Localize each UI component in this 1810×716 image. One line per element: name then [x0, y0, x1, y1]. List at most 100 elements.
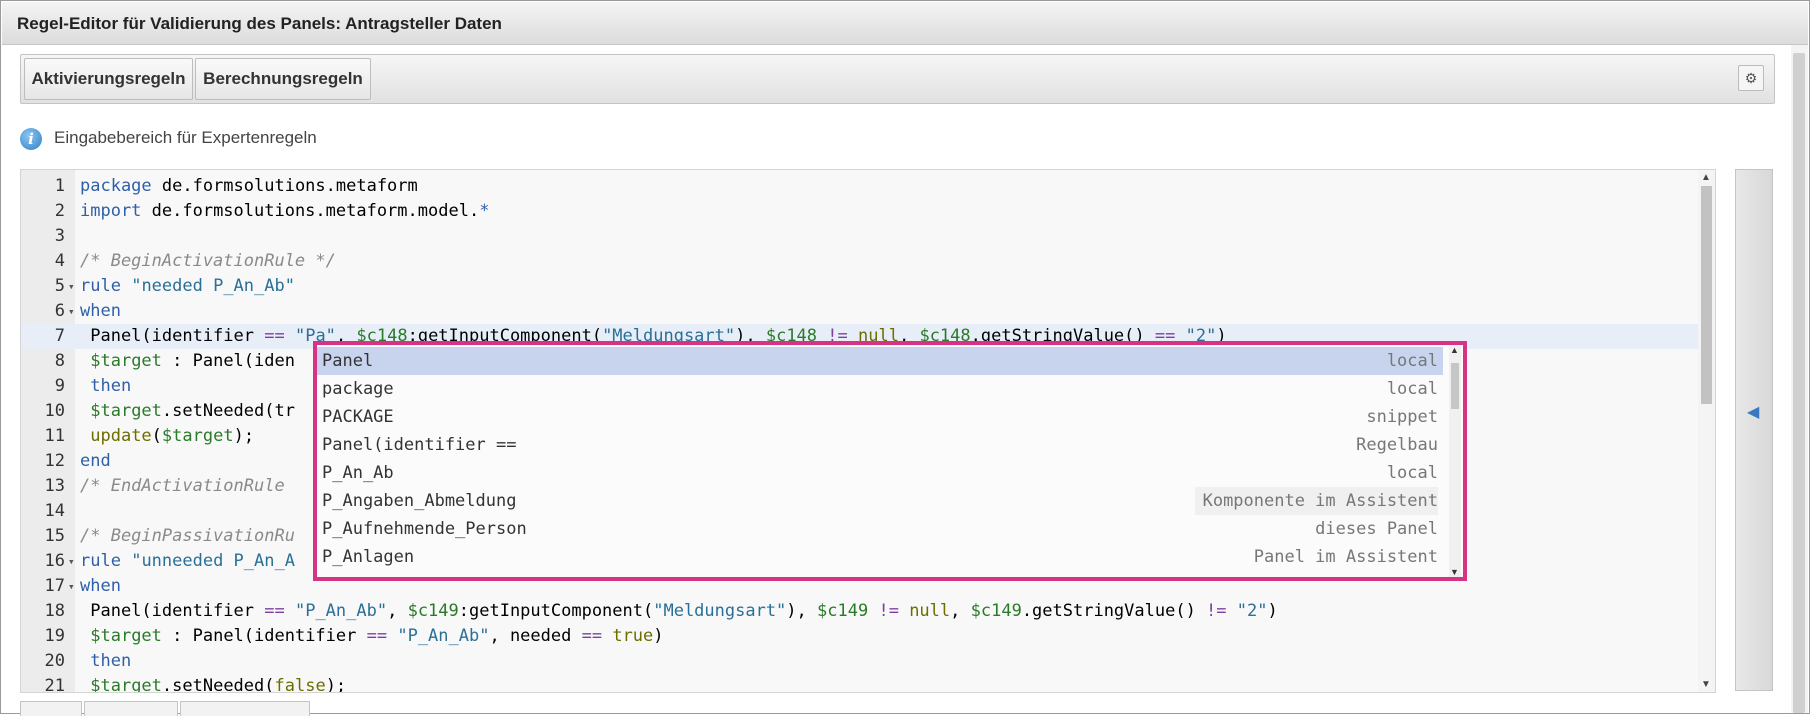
autocomplete-item-label: Panel(identifier ==: [322, 435, 517, 455]
code-text: Panel(identifier == "P_An_Ab", $c149:get…: [80, 601, 1278, 621]
code-line[interactable]: 18 Panel(identifier == "P_An_Ab", $c149:…: [21, 599, 1715, 624]
line-number: 11: [44, 426, 65, 446]
autocomplete-item[interactable]: P_Aufnehmende_Person dieses Panel: [317, 515, 1443, 543]
line-number: 5: [54, 276, 65, 296]
code-text: /* BeginActivationRule */: [80, 251, 336, 271]
scroll-up-icon[interactable]: ▲: [1450, 345, 1459, 355]
line-number: 15: [44, 526, 65, 546]
code-line[interactable]: 6 ▾ when: [21, 299, 1715, 324]
window-scroll-thumb[interactable]: [1793, 53, 1805, 713]
autocomplete-item[interactable]: package local: [317, 375, 1443, 403]
autocomplete-scrollbar[interactable]: ▲ ▼: [1449, 345, 1461, 577]
side-panel-toggle[interactable]: ◀: [1735, 169, 1773, 691]
fold-chevron-icon[interactable]: ▾: [68, 549, 75, 574]
autocomplete-item-meta: Panel im Assistent: [1253, 547, 1438, 567]
line-number: 6: [54, 301, 65, 321]
gear-icon: ⚙: [1744, 70, 1758, 86]
autocomplete-item-label: P_Anlagen: [322, 547, 415, 567]
line-number: 4: [54, 251, 65, 271]
code-text: $target : Panel(identifier == "P_An_Ab",…: [90, 626, 664, 646]
code-text: end: [80, 451, 111, 471]
code-text: import de.formsolutions.metaform.model.*: [80, 201, 490, 221]
settings-button[interactable]: ⚙: [1738, 65, 1764, 91]
tab-bar: Aktivierungsregeln Berechnungsregeln ⚙: [20, 54, 1775, 104]
tab-aktivierungsregeln[interactable]: Aktivierungsregeln: [24, 58, 193, 100]
line-number: 18: [44, 601, 65, 621]
autocomplete-item[interactable]: Panel local: [317, 347, 1443, 375]
autocomplete-item-meta: dieses Panel: [1315, 519, 1438, 539]
line-number: 8: [54, 351, 65, 371]
autocomplete-item-meta: local: [1386, 351, 1438, 371]
code-text: when: [80, 301, 121, 321]
line-number: 9: [54, 376, 65, 396]
code-text: $target : Panel(iden: [90, 351, 295, 371]
code-text: /* EndActivationRule: [80, 476, 285, 496]
code-text: package de.formsolutions.metaform: [80, 176, 418, 196]
scroll-up-icon[interactable]: ▲: [1701, 172, 1711, 183]
window-title: Regel-Editor für Validierung des Panels:…: [17, 14, 502, 33]
code-text: then: [90, 651, 132, 671]
autocomplete-item-meta: local: [1386, 379, 1438, 399]
scroll-down-icon[interactable]: ▼: [1701, 679, 1711, 690]
line-number: 12: [44, 451, 65, 471]
window-scrollbar[interactable]: [1791, 45, 1808, 713]
code-text: then: [90, 376, 132, 396]
editor-scrollbar[interactable]: ▲ ▼: [1698, 170, 1715, 692]
line-number: 3: [54, 226, 65, 246]
line-number: 19: [44, 626, 65, 646]
autocomplete-item-meta: Komponente im Assistent: [1194, 487, 1438, 515]
code-text: rule "unneeded P_An_A: [80, 551, 295, 571]
code-text: update($target);: [90, 426, 255, 446]
triangle-left-icon[interactable]: ◀: [1747, 402, 1759, 422]
autocomplete-item-label: P_An_Ab: [322, 463, 394, 483]
autocomplete-item-label: P_Aufnehmende_Person: [322, 519, 527, 539]
info-icon: i: [20, 128, 42, 150]
autocomplete-item[interactable]: P_Anlagen Panel im Assistent: [317, 543, 1443, 571]
code-line[interactable]: 4 /* BeginActivationRule */: [21, 249, 1715, 274]
scroll-down-icon[interactable]: ▼: [1450, 567, 1459, 577]
code-text: rule "needed P_An_Ab": [80, 276, 295, 296]
autocomplete-item-label: Panel: [322, 351, 374, 371]
autocomplete-item[interactable]: Panel(identifier == Regelbau: [317, 431, 1443, 459]
line-number: 1: [54, 176, 65, 196]
fold-chevron-icon[interactable]: ▾: [68, 274, 75, 299]
autocomplete-item[interactable]: P_An_Ab local: [317, 459, 1443, 487]
code-line[interactable]: 21 $target.setNeeded(false);: [21, 674, 1715, 693]
code-line[interactable]: 5 ▾ rule "needed P_An_Ab": [21, 274, 1715, 299]
info-text: Eingabebereich für Expertenregeln: [54, 128, 317, 147]
title-bar: Regel-Editor für Validierung des Panels:…: [2, 2, 1808, 45]
line-number: 16: [44, 551, 65, 571]
autocomplete-item[interactable]: PACKAGE snippet: [317, 403, 1443, 431]
autocomplete-item[interactable]: P_Angaben_Abmeldung Komponente im Assiste…: [317, 487, 1443, 515]
autocomplete-item-label: package: [322, 379, 394, 399]
code-text: $target.setNeeded(tr: [90, 401, 295, 421]
line-number: 2: [54, 201, 65, 221]
autocomplete-item-meta: local: [1386, 463, 1438, 483]
autocomplete-item-label: P_Angaben_Abmeldung: [322, 491, 517, 511]
code-text: when: [80, 576, 121, 596]
code-line[interactable]: 3: [21, 224, 1715, 249]
line-number: 14: [44, 501, 65, 521]
fold-chevron-icon[interactable]: ▾: [68, 299, 75, 324]
line-number: 7: [54, 326, 65, 346]
line-number: 13: [44, 476, 65, 496]
code-text: $target.setNeeded(false);: [90, 676, 347, 693]
line-number: 17: [44, 576, 65, 596]
code-line[interactable]: 1 package de.formsolutions.metaform: [21, 174, 1715, 199]
autocomplete-item-label: PACKAGE: [322, 407, 394, 427]
line-number: 20: [44, 651, 65, 671]
code-line[interactable]: 2 import de.formsolutions.metaform.model.…: [21, 199, 1715, 224]
line-number: 10: [44, 401, 65, 421]
fold-chevron-icon[interactable]: ▾: [68, 574, 75, 599]
autocomplete-item-meta: snippet: [1366, 407, 1438, 427]
window: Regel-Editor für Validierung des Panels:…: [0, 0, 1810, 716]
tab-berechnungsregeln[interactable]: Berechnungsregeln: [195, 58, 371, 100]
line-number: 21: [44, 676, 65, 693]
autocomplete-popup[interactable]: Panel local package local PACKAGE snippet Pane…: [313, 341, 1467, 581]
editor-scroll-thumb[interactable]: [1701, 186, 1712, 404]
code-line[interactable]: 19 $target : Panel(identifier == "P_An_A…: [21, 624, 1715, 649]
code-text: /* BeginPassivationRu: [80, 526, 295, 546]
autocomplete-item-meta: Regelbau: [1356, 435, 1438, 455]
autocomplete-scroll-thumb[interactable]: [1451, 363, 1459, 409]
code-line[interactable]: 20 then: [21, 649, 1715, 674]
